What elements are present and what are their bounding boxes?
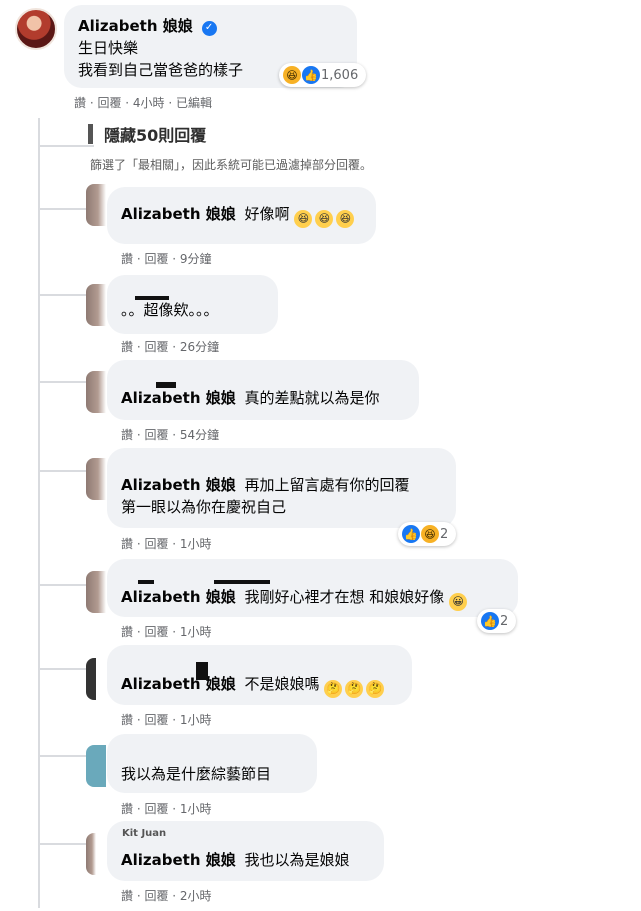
reply-text: 我也以為是娘娘 [244,851,350,869]
redaction-bar [156,382,176,388]
top-comment-author[interactable]: Alizabeth 娘娘 [78,17,193,35]
emoji-row: 🤔 🤔 🤔 [324,680,385,698]
reply-avatar[interactable] [86,571,106,613]
reply-actions[interactable]: 讚 · 回覆 · 1小時 [121,535,212,552]
reply-author[interactable]: Alizabeth 娘娘 [121,389,236,407]
post-author-avatar[interactable] [15,8,57,50]
verified-icon: ✓ [201,20,217,36]
reply-text: 再加上留言處有你的回覆 [244,476,410,494]
like-icon: 👍 [481,612,499,630]
laugh-icon: 😆 [315,210,334,228]
laugh-icon: 😆 [336,210,355,228]
reply-text: 好像啊 [244,205,290,223]
overlap-author-name: Kit Juan [122,828,167,839]
thread-line [38,118,40,908]
reply-bubble: Alizabeth 娘娘 再加上留言處有你的回覆 第一眼以為你在慶祝自己 [107,448,456,528]
haha-icon: 😆 [283,66,301,84]
reply-actions[interactable]: 讚 · 回覆 · 54分鐘 [121,426,219,443]
reply-text: 不是娘娘嗎 [244,675,320,693]
redaction-bar [214,580,270,584]
reply-actions[interactable]: 讚 · 回覆 · 9分鐘 [121,250,212,267]
reply-actions[interactable]: 讚 · 回覆 · 2小時 [121,887,212,904]
hide-replies-link[interactable]: 隱藏50則回覆 [104,122,206,146]
reply-reactions[interactable]: 👍 😆 2 [398,522,457,546]
reply-text: 我剛好心裡才在想 和娘娘好像 [244,588,445,606]
redaction-bar [138,580,154,584]
like-icon: 👍 [402,525,420,543]
reply-actions[interactable]: 讚 · 回覆 · 1小時 [121,623,212,640]
laugh-icon: 😆 [294,210,313,228]
reply-bubble: 。。超像欸。。。 [107,275,278,334]
grin-icon: 😀 [449,593,468,611]
reply-author[interactable]: Alizabeth 娘娘 [121,675,236,693]
reply-avatar[interactable] [86,284,106,326]
reaction-count: 2 [440,526,449,542]
reply-avatar[interactable] [86,745,106,787]
reply-actions[interactable]: 讚 · 回覆 · 1小時 [121,711,212,728]
reply-text: 。。超像欸。。。 [121,301,219,319]
reply-author[interactable]: Alizabeth 娘娘 [121,205,236,223]
reaction-count: 2 [500,613,509,629]
reply-avatar[interactable] [86,458,106,500]
reply-avatar[interactable] [86,833,96,875]
like-icon: 👍 [302,66,320,84]
reply-bubble: 我以為是什麼綜藝節目 [107,734,317,793]
redaction-bar [135,296,169,300]
reply-actions[interactable]: 讚 · 回覆 · 1小時 [121,800,212,817]
top-comment-actions[interactable]: 讚 · 回覆 · 4小時 · 已編輯 [74,94,212,111]
reply-bubble: Alizabeth 娘娘 真的差點就以為是你 [107,360,419,420]
reply-author[interactable]: Alizabeth 娘娘 [121,851,236,869]
filter-notice: 篩選了「最相關」，因此系統可能已過濾掉部分回覆。 [90,158,373,172]
thinking-icon: 🤔 [324,680,343,698]
thread-branch [38,145,94,147]
reply-bubble: Alizabeth 娘娘 不是娘娘嗎 🤔 🤔 🤔 [107,645,412,705]
reaction-count: 1,606 [321,67,359,83]
reply-bubble: Alizabeth 娘娘 好像啊 😆 😆 😆 [107,187,376,244]
reply-text-line2: 第一眼以為你在慶祝自己 [121,498,287,516]
hidden-replies-marker [88,124,93,144]
top-comment-text-line1: 生日快樂 [78,39,139,57]
reply-author[interactable]: Alizabeth 娘娘 [121,476,236,494]
reply-avatar[interactable] [86,371,106,413]
reply-avatar[interactable] [86,658,96,700]
reply-author[interactable]: Alizabeth 娘娘 [121,588,236,606]
reply-reactions[interactable]: 👍 2 [477,609,517,633]
reply-bubble: Alizabeth 娘娘 我剛好心裡才在想 和娘娘好像 😀 [107,559,518,617]
reply-text: 我以為是什麼綜藝節目 [121,765,272,783]
redaction-bar [196,662,208,680]
laugh-emoji-row: 😆 😆 😆 [294,210,355,228]
reply-actions[interactable]: 讚 · 回覆 · 26分鐘 [121,338,219,355]
top-comment-reactions[interactable]: 😆 👍 1,606 [279,63,367,87]
reply-avatar[interactable] [86,184,106,226]
haha-icon: 😆 [421,525,439,543]
thinking-icon: 🤔 [345,680,364,698]
emoji-row: 😀 [449,593,468,611]
thinking-icon: 🤔 [366,680,385,698]
reply-text: 真的差點就以為是你 [244,389,380,407]
